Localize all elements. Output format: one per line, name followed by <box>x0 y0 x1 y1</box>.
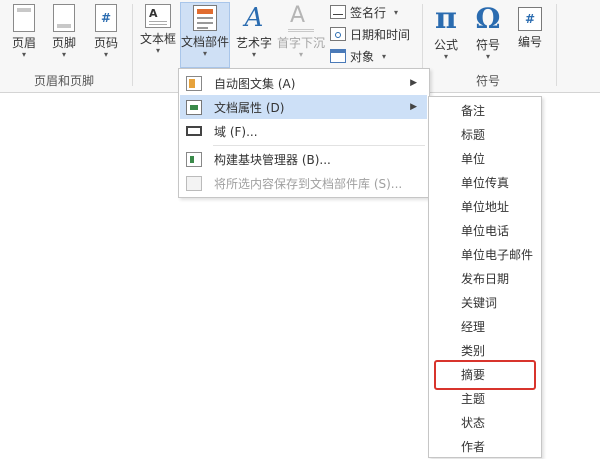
submenu-item[interactable]: 单位地址 <box>461 195 509 219</box>
footer-button[interactable]: 页脚 ▾ <box>46 2 82 68</box>
save-selection-icon <box>186 175 202 191</box>
quick-parts-menu: 自动图文集 (A) ▶ 文档属性 (D) ▶ 域 (F)... 构建基块管理器 … <box>178 68 430 198</box>
submenu-item[interactable]: 状态 <box>461 411 485 435</box>
chevron-down-icon: ▾ <box>298 50 303 59</box>
signature-line-button[interactable]: 签名行 ▾ <box>330 2 398 22</box>
drop-cap-button[interactable]: A 首字下沉 ▾ <box>276 2 326 68</box>
symbol-button[interactable]: Ω 符号 ▾ <box>470 2 506 68</box>
submenu-item[interactable]: 发布日期 <box>461 267 509 291</box>
chevron-down-icon: ▾ <box>382 51 387 61</box>
autotext-icon <box>186 75 202 91</box>
header-button[interactable]: 页眉 ▾ <box>6 2 42 68</box>
menu-item-field[interactable]: 域 (F)... <box>180 119 427 143</box>
group-label-symbols: 符号 <box>476 74 501 88</box>
menu-divider <box>213 145 425 146</box>
omega-icon: Ω <box>475 2 501 35</box>
chevron-down-icon: ▾ <box>443 52 448 61</box>
chevron-down-icon: ▾ <box>155 46 160 55</box>
footer-icon <box>53 4 75 32</box>
quick-parts-button[interactable]: 文档部件 ▾ <box>180 2 230 68</box>
chevron-down-icon: ▾ <box>485 52 490 61</box>
submenu-item[interactable]: 标题 <box>461 123 485 147</box>
wordart-icon: A <box>244 3 264 33</box>
page-number-icon: # <box>95 4 117 32</box>
pi-icon: π <box>435 1 457 36</box>
field-icon <box>186 126 202 136</box>
submenu-item[interactable]: 关键词 <box>461 291 497 315</box>
document-property-icon <box>186 99 202 115</box>
object-button[interactable]: 对象 ▾ <box>330 46 386 66</box>
group-divider <box>556 4 557 86</box>
submenu-item[interactable]: 单位 <box>461 147 485 171</box>
chevron-down-icon: ▾ <box>103 50 108 59</box>
group-label-header-footer: 页眉和页脚 <box>34 74 95 88</box>
text-box-icon: A <box>145 4 171 28</box>
text-box-button[interactable]: A 文本框 ▾ <box>138 2 178 68</box>
quick-parts-icon <box>193 5 217 31</box>
chevron-down-icon: ▾ <box>21 50 26 59</box>
menu-item-document-property[interactable]: 文档属性 (D) ▶ <box>180 95 427 119</box>
submenu-arrow-icon: ▶ <box>410 102 417 112</box>
group-divider <box>132 4 133 86</box>
page-number-button[interactable]: # 页码 ▾ <box>88 2 124 68</box>
drop-cap-icon: A <box>288 4 314 32</box>
chevron-down-icon: ▾ <box>61 50 66 59</box>
submenu-item[interactable]: 经理 <box>461 315 485 339</box>
building-blocks-icon <box>186 151 202 167</box>
object-icon <box>330 49 346 63</box>
numbering-button[interactable]: # 编号 <box>512 2 548 68</box>
calendar-clock-icon <box>330 27 346 41</box>
submenu-item[interactable]: 备注 <box>461 99 485 123</box>
chevron-down-icon: ▾ <box>251 50 256 59</box>
submenu-item[interactable]: 单位电子邮件 <box>461 243 533 267</box>
submenu-item[interactable]: 主题 <box>461 387 485 411</box>
menu-item-save-to-gallery[interactable]: 将所选内容保存到文档部件库 (S)... <box>180 171 427 195</box>
document-property-submenu: 备注 标题 单位 单位传真 单位地址 单位电话 单位电子邮件 发布日期 关键词 … <box>428 96 542 458</box>
submenu-item[interactable]: 作者 <box>461 435 485 459</box>
highlight-annotation <box>434 360 536 390</box>
signature-line-icon <box>330 5 346 19</box>
wordart-button[interactable]: A 艺术字 ▾ <box>234 2 274 68</box>
menu-item-building-blocks-organizer[interactable]: 构建基块管理器 (B)... <box>180 147 427 171</box>
chevron-down-icon: ▾ <box>394 7 399 17</box>
header-icon <box>13 4 35 32</box>
submenu-item[interactable]: 单位传真 <box>461 171 509 195</box>
submenu-arrow-icon: ▶ <box>410 78 417 88</box>
numbering-icon: # <box>518 7 542 31</box>
date-time-button[interactable]: 日期和时间 <box>330 24 410 44</box>
menu-item-autotext[interactable]: 自动图文集 (A) ▶ <box>180 71 427 95</box>
equation-button[interactable]: π 公式 ▾ <box>428 2 464 68</box>
hash-icon: # <box>100 11 112 25</box>
submenu-item[interactable]: 单位电话 <box>461 219 509 243</box>
chevron-down-icon: ▾ <box>202 49 207 58</box>
